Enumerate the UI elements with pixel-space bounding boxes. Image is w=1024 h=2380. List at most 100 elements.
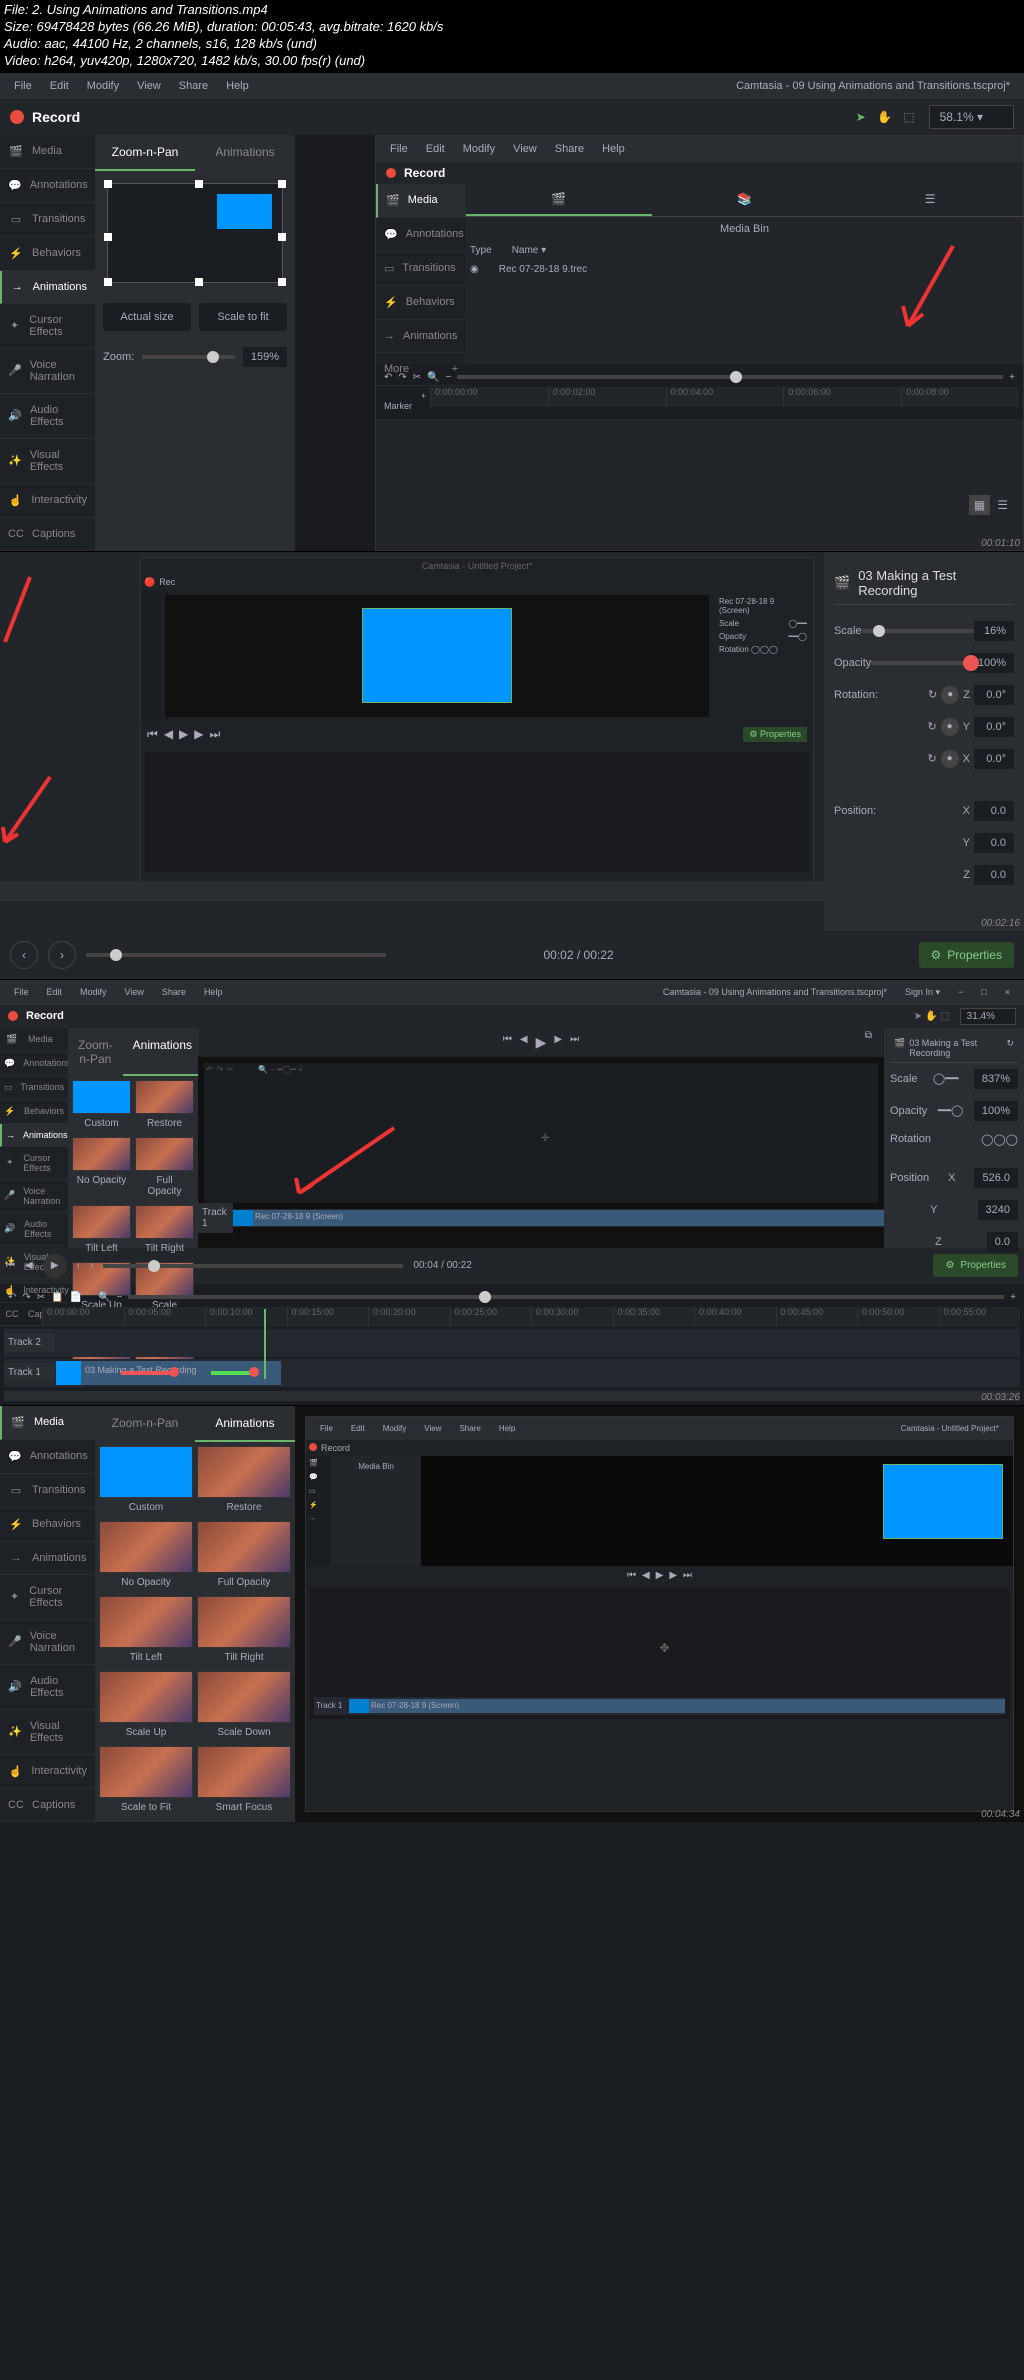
sidebar-item-media[interactable]: 🎬Media [0, 1406, 95, 1440]
search-icon[interactable]: 🔍 [427, 372, 439, 383]
anim-tilt-left[interactable]: Tilt Left [99, 1596, 193, 1667]
minimize-icon[interactable]: − [950, 984, 971, 1001]
sidebar-item-animations[interactable]: →Animations [0, 271, 95, 304]
timeline-clip[interactable]: 03 Making a Test Recording [81, 1361, 281, 1385]
properties-button[interactable]: ⚙Properties [919, 942, 1014, 968]
menu-modify[interactable]: Modify [79, 77, 127, 95]
sidebar-item-captions[interactable]: CCCaptions [0, 1789, 95, 1822]
scale-value[interactable]: 16% [974, 621, 1014, 641]
nested-tab-media[interactable]: 🎬 [466, 184, 652, 216]
anim-smart-focus[interactable]: Smart Focus [197, 1746, 291, 1817]
zoom-value[interactable]: 159% [243, 347, 287, 367]
tab-zoom-n-pan[interactable]: Zoom-n-Pan [95, 135, 195, 171]
sidebar-item-behaviors[interactable]: ⚡Behaviors [0, 1100, 68, 1124]
anim-custom[interactable]: Custom [72, 1080, 131, 1133]
sidebar-item-captions[interactable]: CCCaptions [0, 518, 95, 551]
anim-restore[interactable]: Restore [197, 1446, 291, 1517]
pointer-icon[interactable]: ➤ [856, 110, 866, 124]
zoom-select[interactable]: 58.1% ▾ [929, 105, 1014, 129]
sidebar-item-visual-effects[interactable]: ✨Visual Effects [0, 1710, 95, 1755]
sidebar-item-cursor-effects[interactable]: ✦Cursor Effects [0, 1147, 68, 1180]
scale-to-fit-button[interactable]: Scale to fit [199, 303, 287, 331]
menu-help[interactable]: Help [218, 77, 257, 95]
sidebar-item-annotations[interactable]: 💬Annotations [0, 1052, 68, 1076]
record-button[interactable]: Record [10, 109, 80, 125]
seek-slider[interactable] [86, 953, 386, 957]
anim-scale-up[interactable]: Scale Up [99, 1671, 193, 1742]
zoom-preview[interactable] [107, 183, 283, 283]
sidebar-item-behaviors[interactable]: ⚡Behaviors [0, 237, 95, 271]
sidebar-item-annotations[interactable]: 💬Annotations [0, 169, 95, 203]
props-btn[interactable]: ⚙ Properties [743, 727, 807, 742]
nested-sb-media[interactable]: 🎬Media [376, 184, 466, 218]
anim-scale-to-fit[interactable]: Scale to Fit [99, 1746, 193, 1817]
sidebar-item-voice-narration[interactable]: 🎤Voice Narration [0, 1620, 95, 1665]
sidebar-item-media[interactable]: 🎬Media [0, 135, 95, 169]
opacity-slider[interactable] [871, 661, 970, 665]
anim-tilt-right[interactable]: Tilt Right [197, 1596, 291, 1667]
sidebar-item-media[interactable]: 🎬Media [0, 1028, 68, 1052]
anim-no-opacity[interactable]: No Opacity [72, 1137, 131, 1201]
sidebar-item-voice-narration[interactable]: 🎤Voice Narration [0, 1180, 68, 1213]
redo-icon[interactable]: ↷ [398, 372, 406, 383]
radio-icon[interactable]: ◉ [470, 264, 479, 275]
sidebar-item-interactivity[interactable]: ☝Interactivity [0, 484, 95, 518]
behaviors-icon: ⚡ [4, 1106, 16, 1117]
prev-icon[interactable]: ⏮ [147, 727, 158, 742]
cursor effects-icon: ✦ [4, 1157, 15, 1168]
sidebar-item-transitions[interactable]: ▭Transitions [0, 203, 95, 237]
close-icon[interactable]: × [997, 984, 1018, 1001]
anim-custom[interactable]: Custom [99, 1446, 193, 1517]
anim-full-opacity[interactable]: Full Opacity [197, 1521, 291, 1592]
sidebar-item-animations[interactable]: →Animations [0, 1542, 95, 1575]
actual-size-button[interactable]: Actual size [103, 303, 191, 331]
list-view-icon[interactable]: ☰ [992, 495, 1013, 515]
sidebar-item-cursor-effects[interactable]: ✦Cursor Effects [0, 304, 95, 349]
sidebar-item-voice-narration[interactable]: 🎤Voice Narration [0, 349, 95, 394]
anim-scale-down[interactable]: Scale Down [197, 1671, 291, 1742]
sidebar-item-annotations[interactable]: 💬Annotations [0, 1440, 95, 1474]
media-item[interactable]: Rec 07-28-18 9.trec [499, 264, 587, 275]
maximize-icon[interactable]: □ [973, 984, 994, 1001]
sidebar-item-transitions[interactable]: ▭Transitions [0, 1474, 95, 1508]
crop-icon[interactable]: ⬚ [903, 110, 914, 124]
zoom-slider[interactable] [142, 355, 235, 359]
sidebar-item-transitions[interactable]: ▭Transitions [0, 1076, 68, 1100]
cut-icon[interactable]: ✂ [413, 372, 421, 383]
anim-tilt-right[interactable]: Tilt Right [135, 1205, 194, 1258]
play-icon[interactable]: ▶ [179, 727, 188, 742]
gear-icon: ⚙ [931, 948, 942, 962]
grid-view-icon[interactable]: ▦ [969, 495, 990, 515]
scale-slider[interactable] [862, 629, 974, 633]
menu-share[interactable]: Share [171, 77, 216, 95]
sidebar-item-cursor-effects[interactable]: ✦Cursor Effects [0, 1575, 95, 1620]
next-button[interactable]: › [48, 941, 76, 969]
prev-button[interactable]: ‹ [10, 941, 38, 969]
menubar: File Edit Modify View Share Help Camtasi… [0, 73, 1024, 99]
signin[interactable]: Sign In ▾ [897, 984, 948, 1001]
refresh-icon[interactable]: ↻ [1006, 1038, 1014, 1058]
sidebar-item-audio-effects[interactable]: 🔊Audio Effects [0, 1665, 95, 1710]
back-icon[interactable]: ◀ [164, 727, 173, 742]
anim-tilt-left[interactable]: Tilt Left [72, 1205, 131, 1258]
undo-icon[interactable]: ↶ [384, 372, 392, 383]
fwd-icon[interactable]: ▶ [194, 727, 203, 742]
menu-edit[interactable]: Edit [42, 77, 77, 95]
next-icon[interactable]: ⏭ [210, 727, 221, 742]
sidebar-item-animations[interactable]: →Animations [0, 1124, 68, 1147]
hand-icon[interactable]: ✋ [877, 110, 892, 124]
sidebar-item-audio-effects[interactable]: 🔊Audio Effects [0, 394, 95, 439]
detach-icon[interactable]: ⧉ [863, 1028, 874, 1043]
rotate-icon[interactable]: ↻ [928, 688, 937, 701]
sidebar-item-behaviors[interactable]: ⚡Behaviors [0, 1508, 95, 1542]
menu-file[interactable]: File [6, 77, 40, 95]
anim-restore[interactable]: Restore [135, 1080, 194, 1133]
nested-record[interactable]: Record [386, 166, 445, 180]
tab-animations[interactable]: Animations [195, 135, 295, 171]
sidebar-item-audio-effects[interactable]: 🔊Audio Effects [0, 1213, 68, 1246]
sidebar-item-interactivity[interactable]: ☝Interactivity [0, 1755, 95, 1789]
sidebar-item-visual-effects[interactable]: ✨Visual Effects [0, 439, 95, 484]
menu-view[interactable]: View [129, 77, 169, 95]
anim-full-opacity[interactable]: Full Opacity [135, 1137, 194, 1201]
anim-no-opacity[interactable]: No Opacity [99, 1521, 193, 1592]
